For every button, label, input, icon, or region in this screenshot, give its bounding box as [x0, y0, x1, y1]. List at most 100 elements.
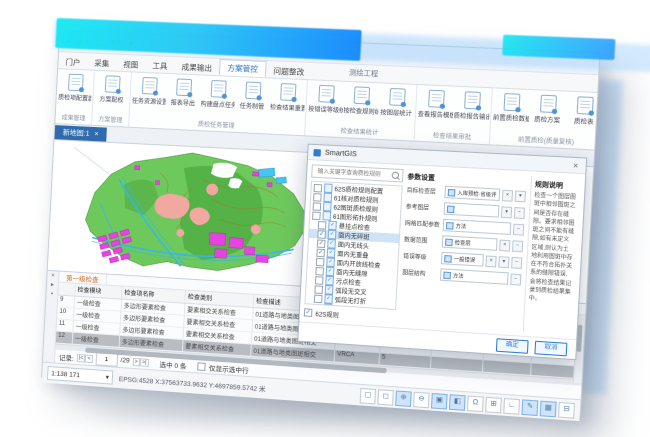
- field-label: 错误等级: [403, 252, 439, 262]
- page-nav-button[interactable]: <: [85, 354, 93, 363]
- ribbon-button[interactable]: 检查结果重置: [269, 81, 306, 123]
- select-icon[interactable]: ▢: [360, 387, 376, 403]
- document-gear-icon: [389, 88, 406, 106]
- dock-icon[interactable]: ▪: [51, 291, 53, 297]
- ribbon-button[interactable]: 方案配权: [94, 73, 130, 115]
- ok-button[interactable]: 确定: [496, 338, 529, 354]
- ribbon-button[interactable]: 报表导出: [165, 76, 202, 118]
- checkbox-icon[interactable]: [314, 183, 323, 192]
- map-scale-combo[interactable]: 1:138 171 ▾: [47, 366, 113, 385]
- field-mini-button[interactable]: −: [514, 207, 525, 219]
- checkbox-icon[interactable]: [312, 211, 321, 220]
- zoom-out-icon[interactable]: ⊖: [413, 391, 430, 408]
- checkbox-icon[interactable]: [315, 276, 324, 285]
- field-input[interactable]: 方法: [440, 268, 509, 285]
- checkbox-icon[interactable]: ✓: [317, 239, 326, 248]
- ribbon-button[interactable]: 质检报告输出: [452, 89, 490, 132]
- rule-search-input[interactable]: [315, 167, 389, 179]
- page-nav-button[interactable]: >|: [140, 358, 149, 367]
- ribbon-button[interactable]: 质检项配置器: [57, 71, 93, 113]
- rules-filter-label: 62S规则: [315, 308, 339, 319]
- checkbox-icon[interactable]: [314, 294, 323, 303]
- ribbon-group-buttons: 前置质检数据管理质检方案质检表: [492, 90, 598, 137]
- prev-view-icon[interactable]: ◧: [449, 394, 466, 411]
- ribbon-button[interactable]: 按图层统计: [378, 85, 416, 128]
- checkbox-icon[interactable]: [314, 285, 323, 294]
- rules-filter-checkbox[interactable]: ✓: [304, 308, 313, 317]
- tab-问题整改[interactable]: 问题整改: [266, 63, 312, 79]
- map-document-tab[interactable]: 新地图:1 ×: [55, 125, 107, 142]
- tab-门户[interactable]: 门户: [58, 54, 88, 69]
- field-mini-button[interactable]: ×: [502, 189, 513, 201]
- close-icon[interactable]: ×: [51, 273, 55, 279]
- close-icon[interactable]: ×: [94, 131, 98, 138]
- ribbon-group-buttons: 按错误等级统计按检查规则统计按图层统计: [307, 82, 416, 128]
- tab-视图[interactable]: 视图: [116, 57, 146, 72]
- field-mini-button[interactable]: ×: [499, 239, 510, 251]
- field-value: 一般错误: [454, 255, 476, 263]
- zoom-in-icon[interactable]: ⊕: [395, 390, 412, 407]
- checkbox-icon[interactable]: [313, 193, 322, 202]
- rule-node-icon: ✓: [325, 276, 334, 286]
- cancel-button[interactable]: 取消: [534, 340, 567, 356]
- rule-node-icon: ✓: [327, 239, 336, 249]
- field-mini-button[interactable]: −: [511, 256, 522, 268]
- checkbox-icon[interactable]: ✓: [316, 248, 325, 257]
- ribbon-button[interactable]: 质检表: [565, 94, 598, 138]
- checkbox-icon[interactable]: [318, 221, 327, 230]
- field-label: 目标检查层: [407, 186, 443, 196]
- field-input[interactable]: 检查层: [442, 235, 498, 251]
- grid-icon[interactable]: ⊞: [485, 396, 502, 413]
- full-extent-icon[interactable]: ▣: [431, 392, 448, 409]
- tab-采集[interactable]: 采集: [87, 55, 117, 70]
- document-gear-icon: [210, 80, 226, 98]
- field-mini-button[interactable]: ▾: [501, 206, 512, 218]
- tab-方案管控[interactable]: 方案管控: [219, 59, 267, 77]
- field-input[interactable]: 一般错误: [441, 252, 484, 267]
- parameter-field: 网格匹配参数方法−: [405, 217, 525, 236]
- column-header[interactable]: [58, 283, 75, 296]
- pan-icon[interactable]: ◻: [377, 389, 394, 406]
- checkbox-icon[interactable]: [316, 257, 325, 266]
- ribbon-button[interactable]: 构建盘点任务: [199, 77, 236, 119]
- split-icon[interactable]: ⊟: [558, 401, 575, 418]
- field-input[interactable]: [443, 202, 499, 217]
- rule-search-box[interactable]: [311, 164, 403, 182]
- ribbon-button-label: 按错误等级统计: [308, 104, 343, 115]
- field-mini-button[interactable]: −: [512, 240, 523, 252]
- ribbon-button[interactable]: 按错误等级统计: [307, 82, 344, 125]
- ribbon-button-label: 任务资源设置: [132, 96, 166, 107]
- tab-工具[interactable]: 工具: [145, 58, 175, 73]
- ribbon-button[interactable]: 前置质检数据管理: [492, 90, 531, 133]
- field-mini-button[interactable]: ×: [485, 255, 496, 267]
- ribbon-button[interactable]: 任务资源设置: [131, 74, 167, 116]
- ribbon-button-label: 按图层统计: [380, 107, 412, 118]
- ribbon-group: 前置质检数据管理质检方案质检表前置质检(质量复核): [490, 88, 597, 150]
- field-mini-button[interactable]: ▾: [515, 190, 526, 202]
- tab-成果输出[interactable]: 成果输出: [174, 59, 219, 75]
- edit-icon[interactable]: ✎: [521, 399, 538, 416]
- only-selected-checkbox[interactable]: [198, 362, 207, 371]
- rule-tree[interactable]: 62S质检规则配置61核对质检规则62图斑质检规则61图形拓扑规则✓悬挂点检查✓…: [304, 181, 402, 310]
- layout-icon[interactable]: ▦: [540, 400, 557, 417]
- ribbon-button[interactable]: 任务制管: [234, 79, 271, 121]
- measure-icon[interactable]: Ω: [467, 395, 484, 412]
- ribbon-button[interactable]: 按检查规则统计: [342, 84, 380, 127]
- close-icon[interactable]: ×: [571, 160, 581, 170]
- ribbon-button[interactable]: 质检方案: [528, 92, 567, 135]
- field-mini-button[interactable]: ▾: [498, 256, 509, 268]
- pin-icon[interactable]: ▸: [51, 282, 54, 288]
- layer-chip-icon: [446, 221, 454, 229]
- angle-icon[interactable]: ∟: [503, 398, 520, 415]
- table-cell: 12: [56, 332, 73, 344]
- ribbon-group-caption: 方案管理: [93, 113, 128, 127]
- field-mini-button[interactable]: −: [510, 273, 521, 285]
- field-input[interactable]: 入库预检·省级评价单元-面: [444, 186, 500, 201]
- ribbon-button[interactable]: 查看报告模板: [416, 87, 454, 130]
- records-label: 记录:: [59, 351, 74, 362]
- field-input[interactable]: 方法: [443, 219, 512, 235]
- field-mini-button[interactable]: −: [513, 223, 524, 235]
- checkbox-icon[interactable]: ✓: [317, 230, 326, 239]
- checkbox-icon[interactable]: [313, 202, 322, 211]
- checkbox-icon[interactable]: [315, 266, 324, 275]
